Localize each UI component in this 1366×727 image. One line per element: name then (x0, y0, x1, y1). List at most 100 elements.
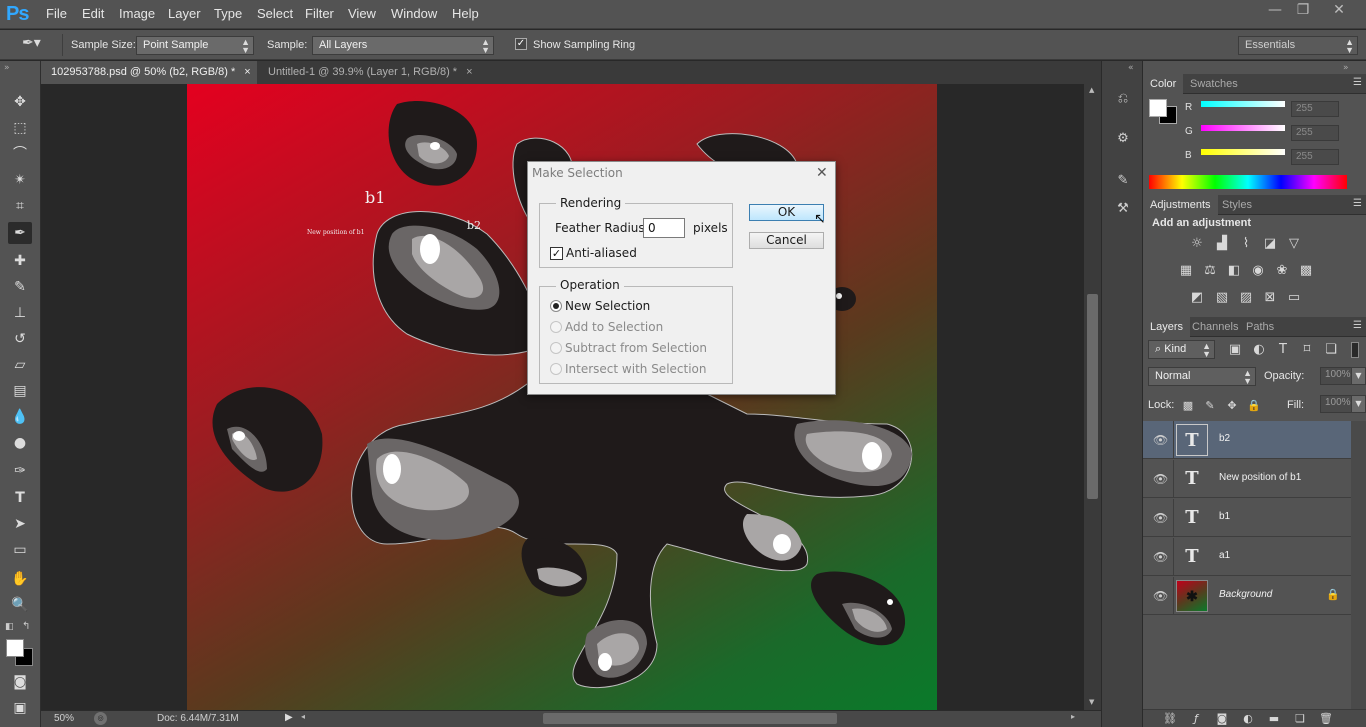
filter-type-icon[interactable]: T (1274, 342, 1292, 358)
tab-layers[interactable]: Layers (1143, 317, 1191, 337)
layer-row[interactable]: 👁 T b1 (1143, 499, 1351, 537)
tab-channels[interactable]: Channels (1185, 317, 1245, 337)
new-layer-icon[interactable]: ❏ (1291, 711, 1309, 727)
layer-name[interactable]: b1 (1219, 511, 1230, 522)
channel-mixer-icon[interactable]: ❀ (1273, 263, 1291, 279)
anti-aliased-checkbox[interactable]: ✓ (550, 247, 563, 260)
color-foreground-swatch[interactable] (1149, 99, 1167, 117)
filter-pixel-icon[interactable]: ▣ (1226, 342, 1244, 358)
visibility-eye-icon[interactable]: 👁 (1153, 589, 1168, 603)
zoom-level[interactable]: 50% (54, 713, 74, 724)
menu-filter[interactable]: Filter (305, 6, 334, 21)
crop-tool-icon[interactable]: ⌗ (8, 195, 32, 217)
tab-close-icon[interactable]: × (466, 66, 472, 78)
rectangle-tool-icon[interactable]: ▭ (8, 539, 32, 561)
brush-presets-panel-icon[interactable]: ⚒ (1112, 199, 1134, 219)
new-adjustment-layer-icon[interactable]: ◐ (1239, 711, 1257, 727)
gradient-map-icon[interactable]: ▭ (1285, 290, 1303, 306)
new-group-icon[interactable]: ▬ (1265, 711, 1283, 727)
color-lookup-icon[interactable]: ▩ (1297, 263, 1315, 279)
lock-all-icon[interactable]: 🔒 (1245, 398, 1263, 414)
opacity-dropdown-icon[interactable]: ▼ (1351, 367, 1366, 385)
default-colors-icon[interactable]: ◧ (5, 622, 14, 632)
fill-dropdown-icon[interactable]: ▼ (1351, 395, 1366, 413)
visibility-eye-icon[interactable]: 👁 (1153, 472, 1168, 486)
collapse-toolbar-icon[interactable]: » (4, 63, 10, 73)
workspace-select[interactable]: Essentials ▲ ▼ (1238, 36, 1358, 55)
color-spectrum-ramp[interactable] (1149, 175, 1347, 189)
link-layers-icon[interactable]: ⛓ (1161, 711, 1179, 727)
layer-row[interactable]: 👁 ✱ Background 🔒 (1143, 577, 1351, 615)
gradient-tool-icon[interactable]: ▤ (8, 380, 32, 402)
visibility-eye-icon[interactable]: 👁 (1153, 550, 1168, 564)
magic-wand-tool-icon[interactable]: ✴ (8, 169, 32, 191)
lock-transparent-icon[interactable]: ▩ (1179, 398, 1197, 414)
brush-tool-icon[interactable]: ✎ (8, 276, 32, 298)
layer-name[interactable]: a1 (1219, 550, 1230, 561)
menu-window[interactable]: Window (391, 6, 437, 21)
hue-saturation-icon[interactable]: ▦ (1177, 263, 1195, 279)
dodge-tool-icon[interactable]: ● (8, 432, 32, 454)
layer-row[interactable]: 👁 T b2 (1143, 421, 1351, 459)
layer-style-fx-icon[interactable]: ƒ (1187, 711, 1205, 727)
eraser-tool-icon[interactable]: ▱ (8, 354, 32, 376)
menu-select[interactable]: Select (257, 6, 293, 21)
filter-adjustment-icon[interactable]: ◐ (1250, 342, 1268, 358)
scroll-down-icon[interactable]: ▼ (1089, 698, 1094, 706)
menu-help[interactable]: Help (452, 6, 479, 21)
menu-edit[interactable]: Edit (82, 6, 104, 21)
add-to-selection-radio[interactable] (550, 321, 562, 333)
close-button[interactable]: ✕ (1326, 1, 1352, 19)
foreground-color-swatch[interactable] (6, 639, 24, 657)
collapse-panels-icon[interactable]: » (1343, 63, 1349, 73)
sample-size-select[interactable]: Point Sample ▲ ▼ (136, 36, 254, 55)
levels-icon[interactable]: ▟ (1213, 236, 1231, 252)
exposure-icon[interactable]: ◪ (1261, 236, 1279, 252)
blur-tool-icon[interactable]: 💧 (8, 406, 32, 428)
tab-swatches[interactable]: Swatches (1183, 74, 1245, 94)
ok-button[interactable]: OK (749, 204, 824, 221)
delete-layer-icon[interactable]: 🗑 (1317, 711, 1335, 727)
panel-menu-icon[interactable]: ☰ (1353, 198, 1362, 209)
eyedropper-tool-preset-icon[interactable]: ✒▾ (22, 35, 41, 51)
b-slider[interactable] (1201, 149, 1285, 155)
visibility-eye-icon[interactable]: 👁 (1153, 511, 1168, 525)
history-panel-icon[interactable]: ⎌ (1112, 89, 1134, 109)
menu-image[interactable]: Image (119, 6, 155, 21)
menu-file[interactable]: File (46, 6, 67, 21)
filter-smart-object-icon[interactable]: ❏ (1322, 342, 1340, 358)
history-brush-tool-icon[interactable]: ↺ (8, 328, 32, 350)
brightness-contrast-icon[interactable]: ☼ (1188, 236, 1206, 252)
type-tool-icon[interactable]: T (8, 487, 32, 509)
status-menu-arrow-icon[interactable]: ▶ (285, 712, 293, 723)
swap-colors-icon[interactable]: ↰ (22, 621, 30, 632)
add-mask-icon[interactable]: ◙ (1213, 711, 1231, 727)
collapse-dock-icon[interactable]: « (1128, 63, 1134, 73)
horizontal-scrollbar-thumb[interactable] (543, 713, 837, 724)
panel-menu-icon[interactable]: ☰ (1353, 77, 1362, 88)
photo-filter-icon[interactable]: ◉ (1249, 263, 1267, 279)
posterize-icon[interactable]: ▧ (1213, 290, 1231, 306)
zoom-tool-icon[interactable]: 🔍 (8, 594, 32, 616)
invert-icon[interactable]: ◩ (1188, 290, 1206, 306)
b-value[interactable]: 255 (1291, 149, 1339, 165)
filter-shape-icon[interactable]: ⌑ (1298, 342, 1316, 358)
brush-panel-icon[interactable]: ✎ (1112, 171, 1134, 191)
restore-button[interactable]: ❐ (1290, 1, 1316, 19)
layer-row[interactable]: 👁 T a1 (1143, 538, 1351, 576)
new-selection-radio[interactable] (550, 300, 562, 312)
eyedropper-tool-icon[interactable]: ✒ (8, 222, 32, 244)
move-tool-icon[interactable]: ✥ (8, 91, 32, 113)
intersect-with-selection-radio[interactable] (550, 363, 562, 375)
scroll-left-icon[interactable]: ◂ (301, 712, 305, 721)
clone-stamp-tool-icon[interactable]: ⊥ (8, 302, 32, 324)
panel-menu-icon[interactable]: ☰ (1353, 320, 1362, 331)
properties-panel-icon[interactable]: ⚙ (1112, 129, 1134, 149)
tab-close-icon[interactable]: × (244, 66, 250, 78)
screen-mode-icon[interactable]: ▣ (8, 697, 32, 719)
fill-value[interactable]: 100% (1320, 395, 1352, 413)
layers-scrollbar[interactable] (1351, 421, 1366, 711)
pen-tool-icon[interactable]: ✑ (8, 460, 32, 482)
hand-tool-icon[interactable]: ✋ (8, 568, 32, 590)
curves-icon[interactable]: ⌇ (1237, 236, 1255, 252)
